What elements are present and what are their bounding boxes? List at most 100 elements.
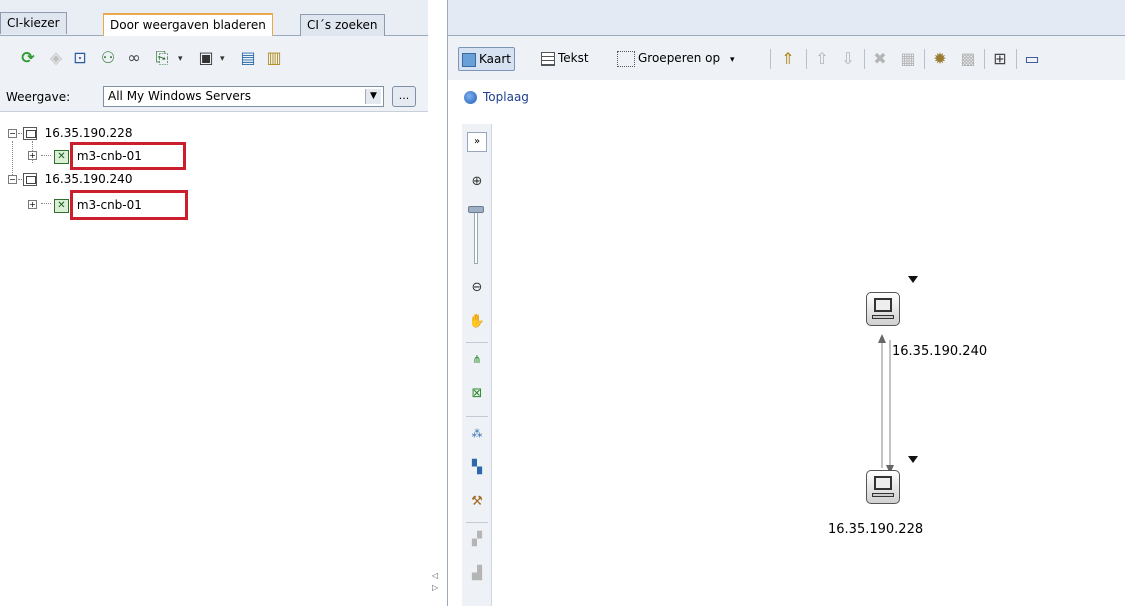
layout-disabled-icon[interactable]: ▟ — [467, 564, 487, 584]
tree-line — [41, 155, 51, 156]
group-by-button[interactable]: Groeperen op ▾ — [614, 47, 737, 71]
chevron-down-icon[interactable]: ▼ — [365, 89, 381, 104]
server-node[interactable] — [866, 292, 900, 326]
highlight-box — [70, 142, 186, 170]
right-panel: Kaart Tekst Groeperen op ▾ ⇑ ⇧ ⇩ ✖ ▦ ✹ ▩… — [447, 0, 1125, 606]
hierarchy-layout-icon[interactable]: ⋔ — [467, 350, 487, 370]
right-panel-header — [448, 0, 1125, 36]
tree-item-server-1[interactable]: − 16.35.190.228 — [8, 124, 132, 142]
zoom-slider[interactable] — [468, 206, 484, 264]
link-icon[interactable]: ∞ — [124, 48, 144, 68]
move-down-icon[interactable]: ⇩ — [838, 49, 858, 69]
zoom-slider-thumb[interactable] — [468, 206, 484, 213]
delete-icon[interactable]: ✖ — [870, 49, 890, 69]
group-icon — [617, 50, 635, 67]
group-by-label: Groeperen op — [638, 51, 721, 65]
tree-item-label: 16.35.190.228 — [44, 126, 133, 140]
toolbar-separator — [806, 49, 807, 69]
left-panel: CI-kiezer Door weergaven bladeren CI´s z… — [0, 0, 428, 606]
tools-icon[interactable]: ⚒ — [467, 492, 487, 512]
refresh-icon[interactable]: ⟳ — [18, 48, 38, 68]
tab-strip: CI-kiezer Door weergaven bladeren CI´s z… — [0, 0, 428, 37]
cluster-icon: ✕ — [54, 198, 69, 213]
collapse-icon[interactable]: − — [8, 129, 17, 138]
breadcrumb[interactable]: Toplaag — [464, 90, 529, 104]
relationship-edge[interactable] — [494, 124, 1125, 606]
export-icon[interactable]: ⊞ — [990, 49, 1010, 69]
navigate-up-icon[interactable]: ⇑ — [778, 49, 798, 69]
sidebar-divider — [466, 342, 488, 343]
tree-item-label: 16.35.190.240 — [44, 172, 133, 186]
globe-icon — [464, 91, 477, 104]
import-icon[interactable]: ⎘ — [152, 48, 172, 68]
left-toolbar: ⟳ ◈ ⊡ ⚇ ∞ ⎘ ▾ ▣ ▾ ▤ ▥ — [0, 36, 428, 80]
layout-disabled-icon[interactable]: ▞ — [467, 530, 487, 550]
cluster-icon: ✕ — [54, 149, 69, 164]
import-dropdown-icon[interactable]: ▾ — [178, 54, 183, 64]
move-up-icon[interactable]: ⇧ — [812, 49, 832, 69]
zoom-slider-track — [474, 208, 478, 264]
toolbar-separator — [924, 49, 925, 69]
view-selector-row: Weergave: All My Windows Servers ▼ ... — [0, 80, 428, 112]
zoom-out-icon[interactable]: ⊖ — [467, 278, 487, 298]
chevron-down-icon[interactable]: ▾ — [730, 55, 735, 65]
text-view-button[interactable]: Tekst — [538, 47, 592, 71]
server-icon — [22, 127, 37, 140]
report-icon[interactable]: ▤ — [238, 48, 258, 68]
filter-icon[interactable]: ⊡ — [70, 48, 90, 68]
map-sidebar: » ⊕ ⊖ ✋ ⋔ ⊠ ⁂ ▚ ⚒ ▞ ▟ — [462, 124, 492, 606]
toolbar-separator — [984, 49, 985, 69]
tree-item-server-2[interactable]: − 16.35.190.240 — [8, 170, 132, 188]
zoom-in-icon[interactable]: ⊕ — [467, 172, 487, 192]
view-label: Weergave: — [6, 90, 71, 104]
toolbar-separator — [770, 49, 771, 69]
sidebar-divider — [466, 416, 488, 417]
expand-sidebar-button[interactable]: » — [467, 132, 487, 152]
window-icon[interactable]: ▭ — [1022, 49, 1042, 69]
toolbar-separator — [1016, 49, 1017, 69]
signal-icon[interactable]: ⚇ — [98, 48, 118, 68]
properties-icon[interactable]: ▥ — [264, 48, 284, 68]
breadcrumb-label: Toplaag — [483, 90, 529, 104]
server-icon — [22, 173, 37, 186]
server-icon — [874, 476, 892, 490]
highlight-box — [70, 190, 188, 220]
server-node[interactable] — [866, 470, 900, 504]
show-icon[interactable]: ◈ — [46, 48, 66, 68]
tab-ci-kiezer[interactable]: CI-kiezer — [0, 12, 67, 34]
node-menu-icon[interactable] — [908, 276, 918, 283]
orthogonal-layout-icon[interactable]: ▚ — [467, 458, 487, 478]
toolbar-separator — [864, 49, 865, 69]
view-select-value: All My Windows Servers — [108, 89, 251, 103]
related-ci-icon[interactable]: ▩ — [958, 49, 978, 69]
properties-icon[interactable]: ▦ — [898, 49, 918, 69]
new-ci-icon[interactable]: ✹ — [930, 49, 950, 69]
text-view-label: Tekst — [558, 51, 589, 65]
server-base — [872, 315, 894, 319]
collapse-icon[interactable]: − — [8, 175, 17, 184]
server-icon — [874, 298, 892, 312]
map-canvas: 16.35.190.240 16.35.190.228 — [494, 124, 1125, 606]
sidebar-divider — [466, 522, 488, 523]
map-toolbar: Kaart Tekst Groeperen op ▾ ⇑ ⇧ ⇩ ✖ ▦ ✹ ▩… — [448, 36, 1125, 80]
save-icon[interactable]: ▣ — [196, 48, 216, 68]
tree-layout-icon[interactable]: ⁂ — [467, 424, 487, 444]
tab-cis-zoeken[interactable]: CI´s zoeken — [300, 14, 385, 36]
map-icon — [462, 52, 476, 67]
view-tree: − 16.35.190.228 + ✕ m3-cnb-01 − 16.35.19… — [0, 112, 428, 606]
node-label: 16.35.190.228 — [828, 522, 924, 537]
map-view-button[interactable]: Kaart — [458, 47, 516, 71]
map-view-label: Kaart — [479, 52, 512, 66]
server-base — [872, 493, 894, 497]
tree-line — [41, 203, 51, 204]
panel-splitter-arrows[interactable]: ◁ ▷ — [432, 570, 442, 600]
expand-icon[interactable]: + — [28, 200, 37, 209]
expand-icon[interactable]: + — [28, 151, 37, 160]
view-more-button[interactable]: ... — [392, 86, 416, 107]
view-select[interactable]: All My Windows Servers ▼ — [103, 86, 384, 107]
node-menu-icon[interactable] — [908, 456, 918, 463]
save-dropdown-icon[interactable]: ▾ — [220, 54, 225, 64]
tab-door-weergaven-bladeren[interactable]: Door weergaven bladeren — [103, 13, 273, 37]
fit-to-window-icon[interactable]: ⊠ — [467, 384, 487, 404]
pan-icon[interactable]: ✋ — [467, 312, 487, 332]
